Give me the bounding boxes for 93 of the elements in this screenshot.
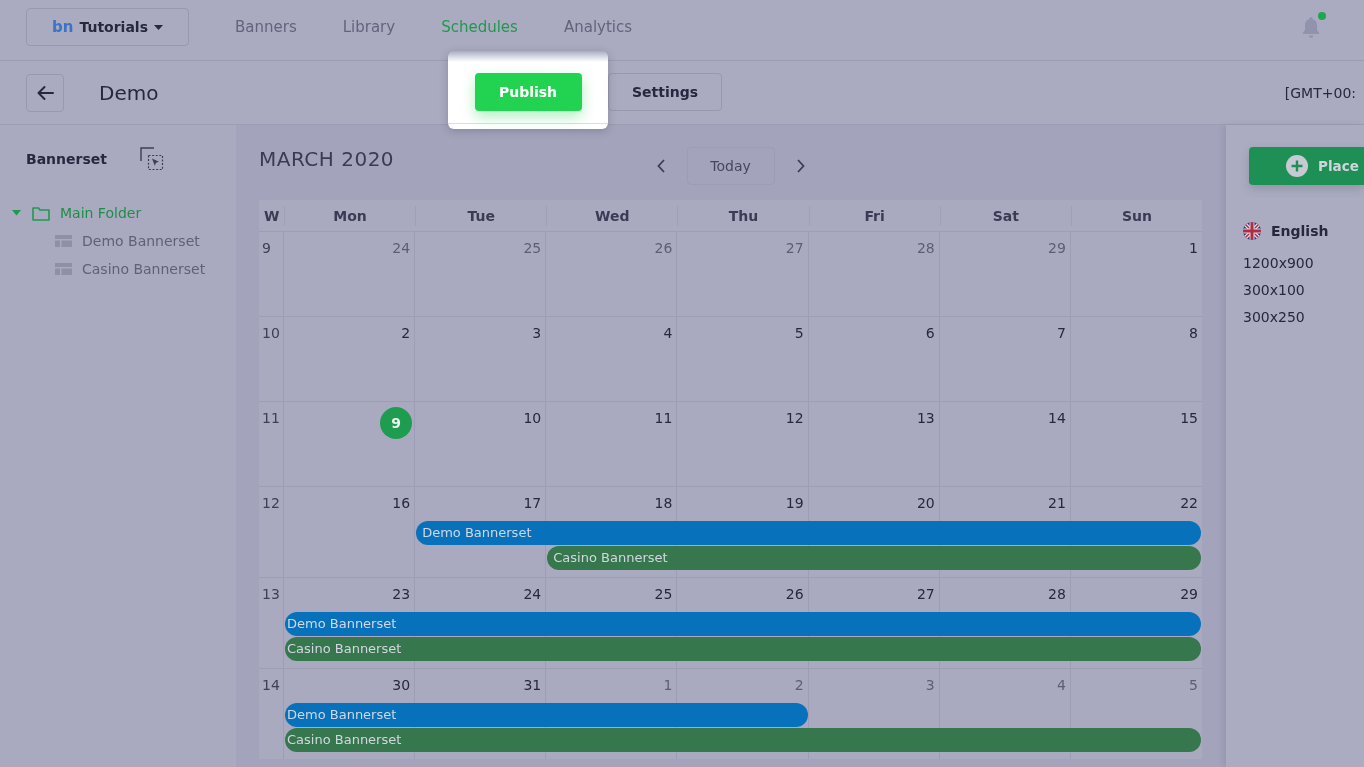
caret-down-icon — [154, 24, 163, 30]
column-header: Mon — [333, 206, 367, 226]
chevron-right-icon[interactable] — [796, 159, 805, 173]
day-number: 10 — [523, 410, 542, 426]
column-header: Thu — [728, 206, 759, 226]
day-number: 20 — [916, 495, 935, 511]
day-number: 8 — [1189, 325, 1198, 341]
folder-icon — [32, 205, 50, 221]
day-number: 26 — [785, 586, 804, 602]
day-number: 27 — [916, 586, 935, 602]
sidebar-title: Bannerset — [26, 151, 107, 167]
week-number: 14 — [262, 677, 280, 693]
week-number: 10 — [262, 325, 280, 341]
tree-item[interactable]: Main Folder — [0, 199, 142, 227]
nav-tab[interactable]: Library — [342, 17, 396, 37]
today-date-marker: 9 — [380, 407, 413, 439]
workspace-dropdown[interactable]: bn Tutorials — [26, 8, 189, 46]
day-number: 24 — [392, 240, 411, 256]
day-number: 24 — [523, 586, 542, 602]
banner-size: 300x250 — [1243, 308, 1305, 327]
publish-button[interactable]: Publish — [474, 73, 582, 111]
day-number: 1 — [1189, 240, 1198, 256]
column-header: Sun — [1121, 206, 1152, 226]
day-number: 29 — [1048, 240, 1066, 256]
selection-icon[interactable] — [140, 147, 164, 171]
table-icon — [55, 235, 72, 247]
event-bar[interactable]: Casino Bannerset — [285, 637, 1201, 661]
day-number: 27 — [785, 240, 804, 256]
event-bar[interactable]: Casino Bannerset — [285, 728, 1201, 752]
day-number: 26 — [654, 240, 673, 256]
back-button[interactable] — [26, 74, 64, 112]
week-number: 13 — [262, 586, 280, 602]
day-number: 28 — [1048, 586, 1066, 602]
day-number: 4 — [1056, 677, 1066, 693]
day-number: 25 — [523, 240, 542, 256]
day-number: 7 — [1056, 325, 1066, 341]
day-number: 31 — [523, 677, 542, 693]
column-header: Wed — [595, 206, 630, 226]
banner-size: 1200x900 — [1243, 254, 1314, 273]
day-number: 17 — [523, 495, 542, 511]
day-number: 13 — [916, 410, 935, 426]
event-bar[interactable]: Demo Bannerset — [416, 521, 1201, 545]
column-header: Tue — [467, 206, 495, 226]
logo: bn — [52, 18, 74, 36]
language-label: English — [1271, 223, 1329, 239]
day-number: 21 — [1048, 495, 1066, 511]
column-header: Fri — [864, 206, 885, 226]
day-number: 2 — [401, 325, 411, 341]
add-button[interactable]: Place — [1249, 147, 1364, 185]
day-number: 6 — [925, 325, 935, 341]
day-number: 5 — [794, 325, 804, 341]
tree-item[interactable]: Casino Bannerset — [43, 255, 206, 283]
event-bar[interactable]: Casino Bannerset — [547, 546, 1201, 570]
day-number: 3 — [925, 677, 935, 693]
timezone-label: [GMT+00: — [1284, 84, 1357, 103]
plus-circle-icon — [1286, 155, 1308, 177]
chevron-left-icon[interactable] — [656, 159, 665, 173]
week-number: 9 — [262, 240, 271, 256]
day-number: 2 — [794, 677, 804, 693]
day-number: 29 — [1180, 586, 1198, 602]
settings-button[interactable]: Settings — [608, 73, 722, 111]
week-number: 12 — [262, 495, 280, 511]
month-title: MARCH 2020 — [259, 147, 395, 171]
day-number: 14 — [1048, 410, 1066, 426]
event-bar[interactable]: Demo Bannerset — [285, 703, 808, 727]
day-number: 12 — [785, 410, 804, 426]
table-icon — [55, 263, 72, 275]
day-number: 11 — [654, 410, 673, 426]
arrow-left-icon — [35, 84, 55, 102]
day-number: 3 — [532, 325, 542, 341]
day-number: 25 — [654, 586, 673, 602]
nav-tab[interactable]: Banners — [235, 17, 297, 37]
banner-size: 300x100 — [1243, 281, 1305, 300]
week-column-header: W — [264, 206, 280, 226]
day-number: 23 — [392, 586, 411, 602]
day-number: 28 — [916, 240, 935, 256]
today-button[interactable]: Today — [686, 147, 775, 185]
day-number: 15 — [1180, 410, 1198, 426]
day-number: 18 — [654, 495, 673, 511]
day-number: 5 — [1189, 677, 1198, 693]
tree-item[interactable]: Demo Bannerset — [43, 227, 200, 255]
flag-icon — [1243, 222, 1261, 240]
day-number: 19 — [785, 495, 804, 511]
week-number: 11 — [262, 410, 280, 426]
day-number: 30 — [392, 677, 411, 693]
day-number: 22 — [1180, 495, 1198, 511]
event-bar[interactable]: Demo Bannerset — [285, 612, 1201, 636]
day-number: 16 — [392, 495, 411, 511]
day-number: 4 — [663, 325, 673, 341]
column-header: Sat — [992, 206, 1019, 226]
page-title: Demo — [99, 81, 159, 105]
day-number: 1 — [663, 677, 673, 693]
nav-tab[interactable]: Analytics — [563, 17, 633, 37]
